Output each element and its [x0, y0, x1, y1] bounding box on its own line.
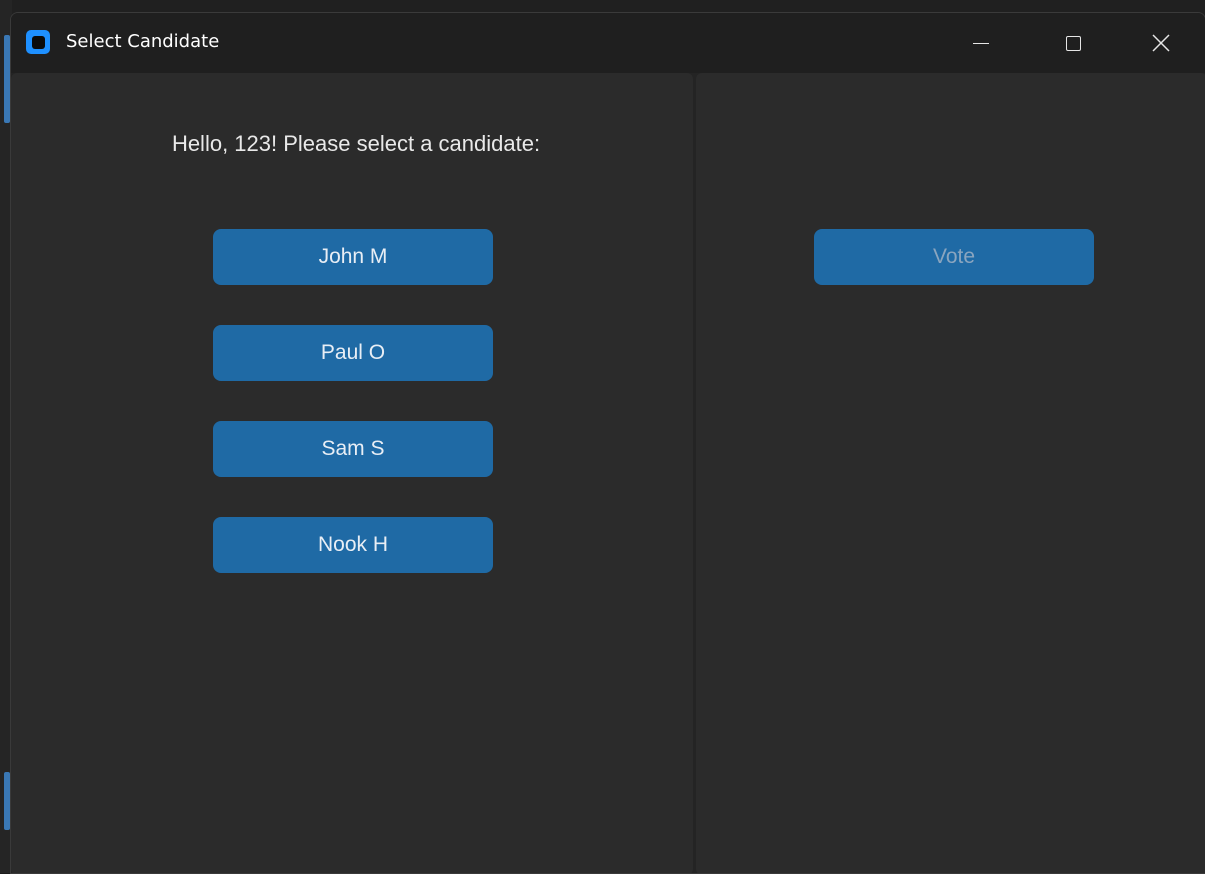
select-candidate-window: Select Candidate Hello, 123! Please sele…	[10, 12, 1205, 874]
app-icon	[26, 30, 50, 54]
window-title: Select Candidate	[66, 31, 220, 52]
maximize-button[interactable]	[1027, 13, 1119, 73]
candidate-panel: Hello, 123! Please select a candidate: J…	[11, 73, 693, 873]
close-icon	[1152, 34, 1170, 52]
close-button[interactable]	[1115, 13, 1205, 73]
minimize-button[interactable]	[935, 13, 1027, 73]
candidate-button-nook-h[interactable]: Nook H	[213, 517, 493, 573]
minimize-icon	[973, 42, 989, 44]
vote-button[interactable]: Vote	[814, 229, 1094, 285]
vote-panel: Vote	[696, 73, 1205, 873]
maximize-icon	[1065, 35, 1081, 51]
candidate-button-sam-s[interactable]: Sam S	[213, 421, 493, 477]
greeting-text: Hello, 123! Please select a candidate:	[171, 131, 541, 156]
candidate-button-john-m[interactable]: John M	[213, 229, 493, 285]
candidate-button-paul-o[interactable]: Paul O	[213, 325, 493, 381]
title-bar[interactable]: Select Candidate	[11, 13, 1205, 73]
